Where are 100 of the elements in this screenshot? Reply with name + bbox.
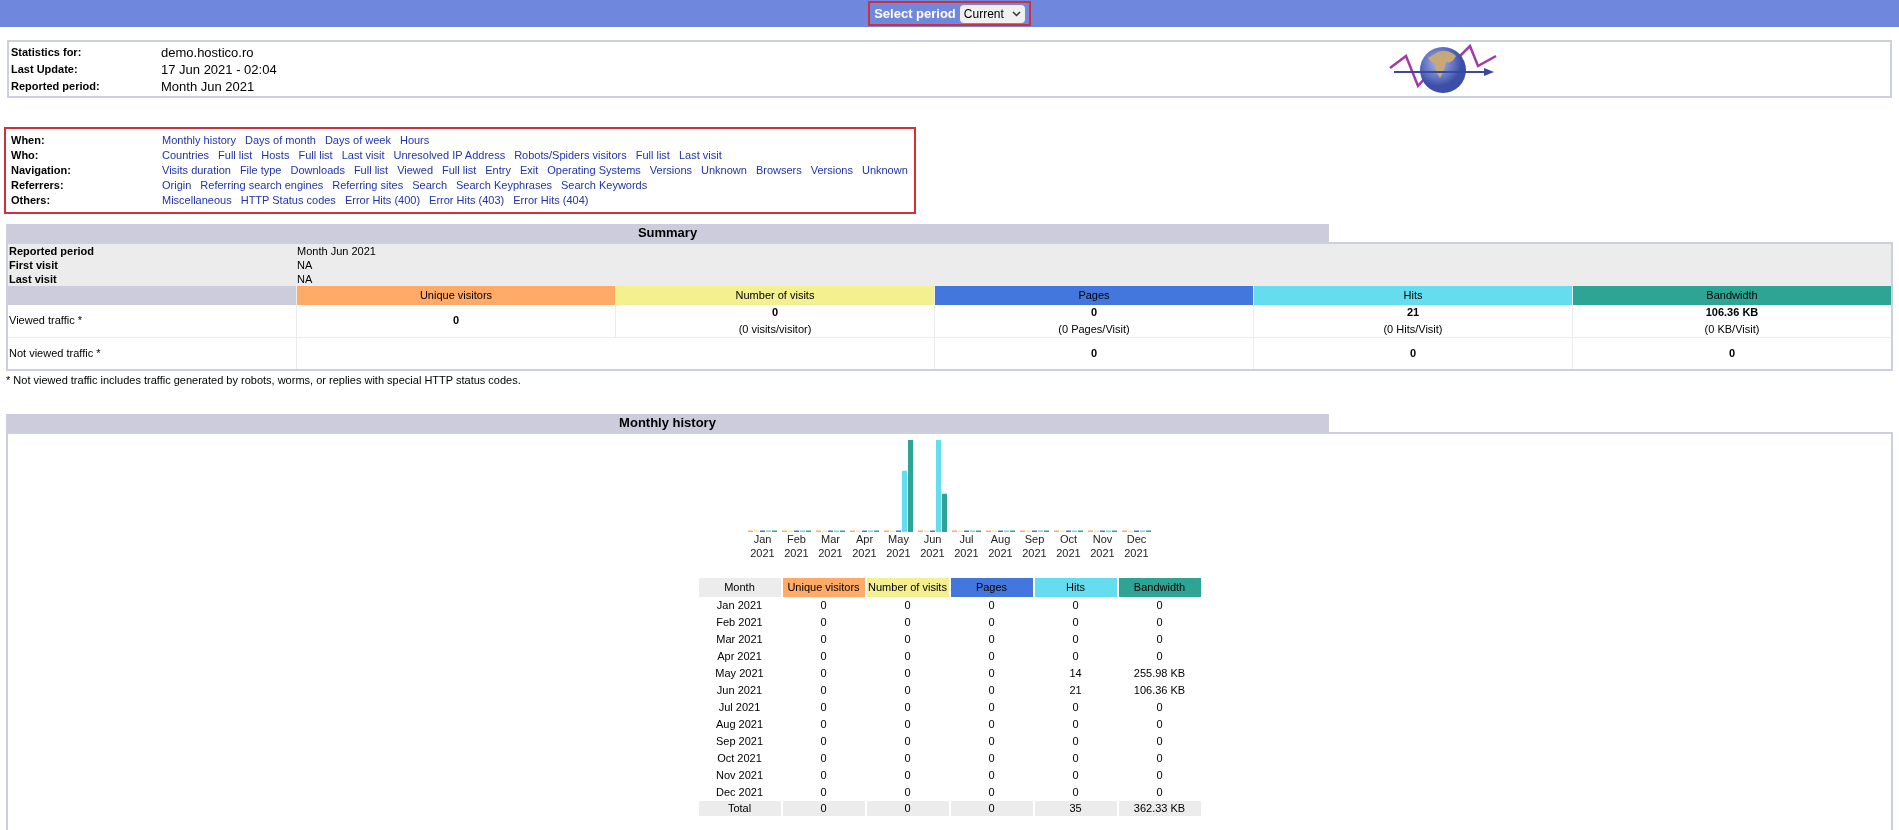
- month-cell-text: Jun 2021: [715, 682, 764, 698]
- nav-link[interactable]: Error Hits (400): [344, 193, 421, 208]
- chart-month-label: Aug: [989, 532, 1012, 546]
- nav-link[interactable]: Days of month: [245, 133, 316, 148]
- chart-month-label: Jun: [922, 532, 943, 546]
- summary-label: Reported period: [8, 243, 95, 259]
- chevron-down-icon: [1011, 10, 1021, 17]
- nav-link[interactable]: Downloads: [290, 163, 345, 178]
- nav-link[interactable]: Unresolved IP Address: [393, 148, 506, 163]
- month-cell-text: Feb 2021: [715, 614, 764, 630]
- summary-label: First visit: [8, 257, 59, 273]
- nav-label: When:: [11, 133, 46, 148]
- nav-link[interactable]: Entry: [485, 163, 511, 178]
- month-cell-text: Dec 2021: [714, 784, 765, 800]
- nav-link[interactable]: Robots/Spiders visitors: [514, 148, 627, 163]
- column-header: Unique visitors: [297, 286, 615, 305]
- nav-link[interactable]: Countries: [162, 148, 210, 163]
- table-cell-text: 0: [1071, 716, 1080, 732]
- table-cell-text: 0: [1155, 699, 1164, 715]
- nav-link[interactable]: Last visit: [341, 148, 385, 163]
- nav-link[interactable]: Operating Systems: [547, 163, 641, 178]
- nav-link[interactable]: Hours: [399, 133, 430, 148]
- month-cell-text: Nov 2021: [714, 767, 765, 783]
- table-cell-text: 0: [903, 597, 912, 613]
- nav-link[interactable]: HTTP Status codes: [240, 193, 336, 208]
- nav-link[interactable]: Error Hits (404): [513, 193, 589, 208]
- table-cell-text: 0: [1071, 750, 1080, 766]
- total-cell: 362.33 KB: [1118, 800, 1201, 816]
- month-cell-text: Jan 2021: [715, 597, 764, 613]
- nav-link[interactable]: Monthly history: [162, 133, 236, 148]
- table-cell-text: 0: [903, 648, 912, 664]
- nav-link[interactable]: Referring sites: [332, 178, 404, 193]
- nav-link[interactable]: Search Keywords: [561, 178, 648, 193]
- table-cell-text: 0: [987, 614, 996, 630]
- total-cell: 0: [950, 800, 1033, 816]
- chart-year-label: 2021: [749, 546, 776, 560]
- column-header: Unique visitors: [782, 578, 865, 597]
- total-cell: 35: [1034, 800, 1117, 816]
- chart-year-label: 2021: [953, 546, 980, 560]
- nav-link[interactable]: Hosts: [261, 148, 290, 163]
- table-cell-text: 0: [1155, 716, 1164, 732]
- table-cell-text: 0: [819, 767, 828, 783]
- table-cell-text: 0: [903, 699, 912, 715]
- nav-link[interactable]: Viewed: [397, 163, 433, 178]
- nav-link[interactable]: Full list: [353, 163, 389, 178]
- nav-link[interactable]: Unknown: [861, 163, 908, 178]
- column-header: Bandwidth: [1573, 286, 1891, 305]
- table-cell-text: 0: [903, 733, 912, 749]
- nav-link[interactable]: Exit: [519, 163, 539, 178]
- table-cell-text: 0: [987, 716, 996, 732]
- table-cell-text: 0: [903, 614, 912, 630]
- summary-cell-ratio: (0 Hits/Visit): [1383, 321, 1443, 337]
- table-cell-text: 255.98 KB: [1132, 665, 1187, 681]
- table-cell-text: 0: [1155, 767, 1164, 783]
- nav-link[interactable]: Visits duration: [162, 163, 231, 178]
- column-header: Number of visits: [616, 286, 934, 305]
- table-cell-text: 0: [903, 784, 912, 800]
- nav-link[interactable]: Miscellaneous: [162, 193, 232, 208]
- chart-year-label: 2021: [885, 546, 912, 560]
- nav-link[interactable]: Search Keyphrases: [456, 178, 553, 193]
- table-cell-text: 0: [1071, 784, 1080, 800]
- stat-label: Statistics for:: [11, 44, 83, 60]
- nav-link[interactable]: Days of week: [324, 133, 391, 148]
- nav-link[interactable]: Unknown: [701, 163, 747, 178]
- period-dropdown[interactable]: Current: [959, 4, 1025, 23]
- nav-link[interactable]: Last visit: [678, 148, 722, 163]
- nav-link[interactable]: Search: [412, 178, 448, 193]
- month-cell-text: Mar 2021: [715, 631, 764, 647]
- monthly-history-header: Monthly history: [6, 414, 1329, 432]
- table-cell-text: 0: [1155, 631, 1164, 647]
- nav-link[interactable]: Versions: [810, 163, 853, 178]
- nav-link[interactable]: Error Hits (403): [429, 193, 505, 208]
- month-cell-text: Sep 2021: [714, 733, 765, 749]
- chart-year-label: 2021: [851, 546, 878, 560]
- summary-cell-ratio: (0 visits/visitor): [738, 321, 812, 337]
- table-cell-text: 0: [903, 750, 912, 766]
- month-cell-text: Jul 2021: [717, 699, 762, 715]
- nav-link[interactable]: File type: [239, 163, 282, 178]
- nav-link[interactable]: Versions: [649, 163, 693, 178]
- month-cell-text: Apr 2021: [716, 648, 763, 664]
- nav-link[interactable]: Referring search engines: [200, 178, 324, 193]
- column-header: Pages: [950, 578, 1033, 597]
- nav-link[interactable]: Origin: [162, 178, 192, 193]
- nav-link[interactable]: Browsers: [755, 163, 802, 178]
- table-cell-text: 0: [819, 665, 828, 681]
- nav-link[interactable]: Full list: [218, 148, 253, 163]
- chart-month-label: Oct: [1058, 532, 1079, 546]
- table-cell-text: 0: [819, 733, 828, 749]
- nav-link[interactable]: Full list: [298, 148, 333, 163]
- table-cell-text: 106.36 KB: [1132, 682, 1187, 698]
- summary-cell-value: 0: [1090, 305, 1098, 320]
- chart-month-label: Sep: [1023, 532, 1046, 546]
- row-label: Not viewed traffic *: [8, 337, 296, 369]
- nav-link[interactable]: Full list: [442, 163, 477, 178]
- chart-month-label: May: [887, 532, 910, 546]
- table-cell-text: 0: [1071, 767, 1080, 783]
- stat-value: 17 Jun 2021 - 02:04: [161, 60, 277, 78]
- nav-link[interactable]: Full list: [635, 148, 670, 163]
- summary-cell-value: 0: [771, 305, 779, 320]
- table-cell-text: 0: [819, 716, 828, 732]
